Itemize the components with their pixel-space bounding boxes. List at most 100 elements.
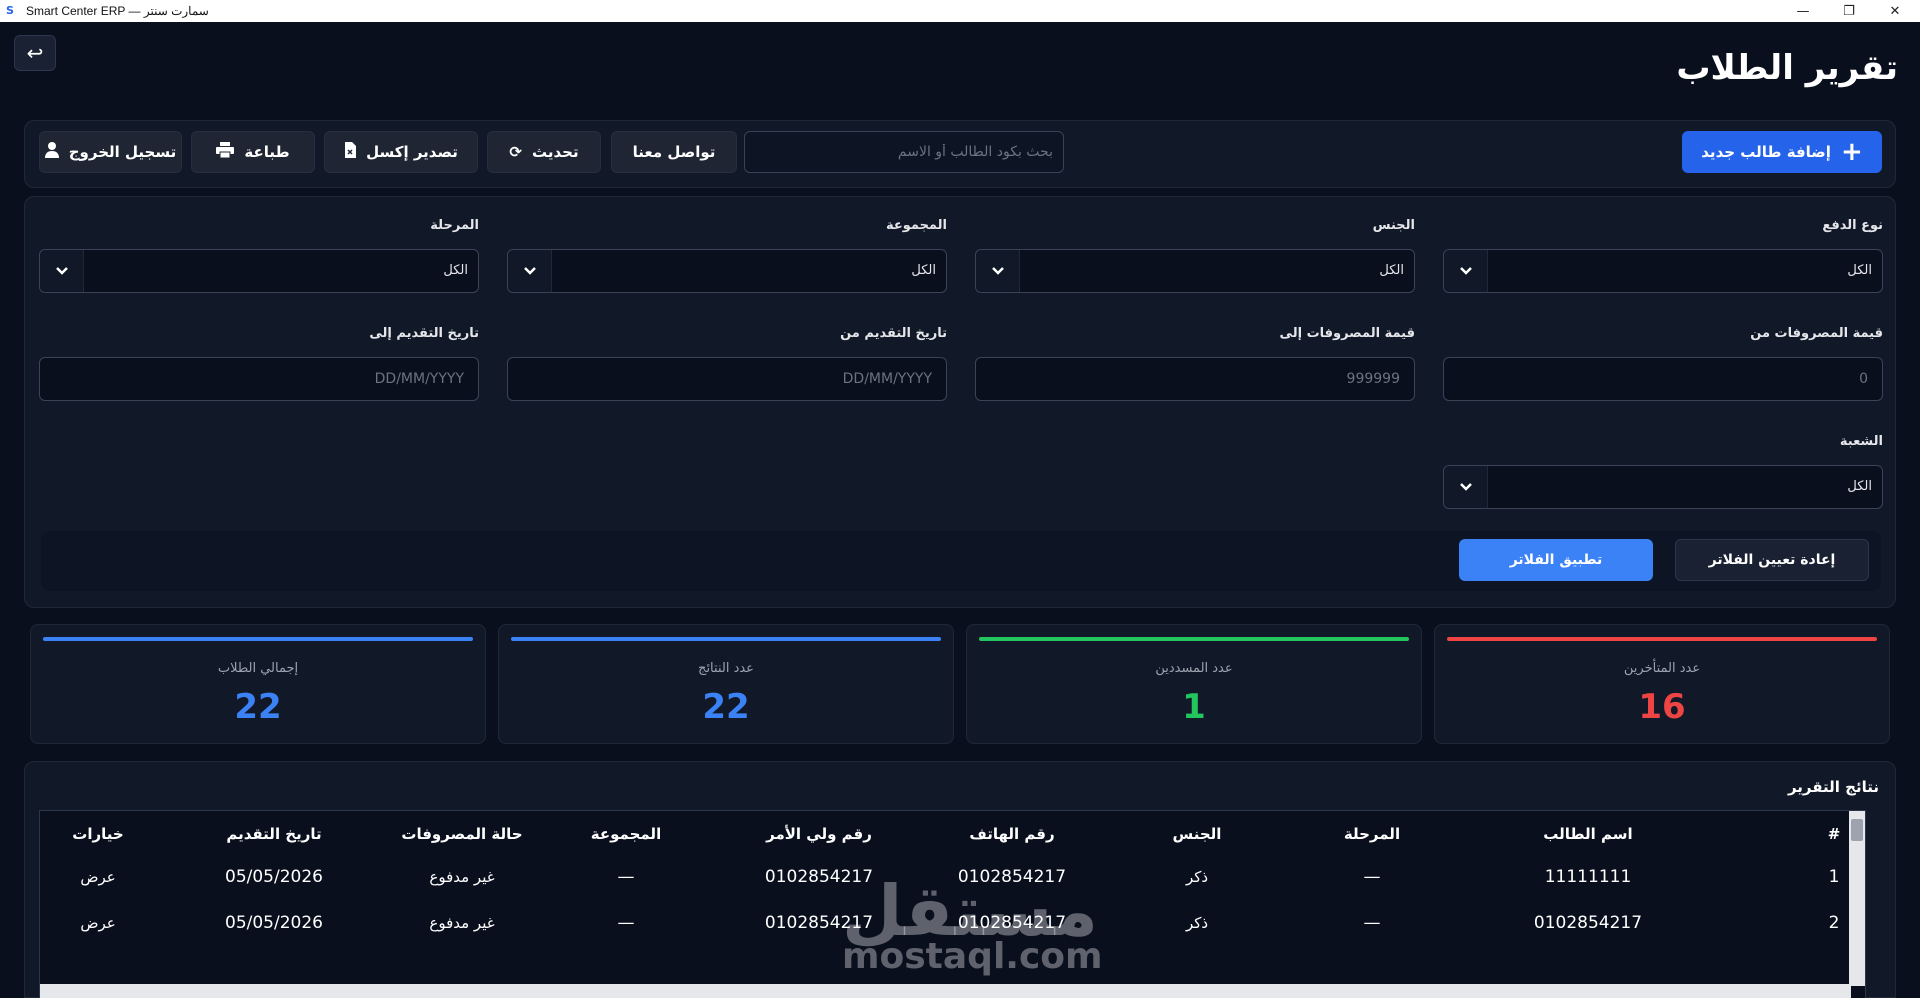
reset-filters-label: إعادة تعيين الفلاتر [1708, 552, 1836, 568]
expenses-from-input[interactable] [1443, 357, 1883, 401]
reset-filters-button[interactable]: إعادة تعيين الفلاتر [1675, 539, 1869, 581]
vertical-scrollbar[interactable] [1849, 811, 1865, 986]
payment-type-value: الكل [1847, 263, 1872, 278]
export-excel-label: تصدير إكسل [366, 143, 458, 161]
table-cell: غير مدفوع [429, 914, 495, 932]
table-cell: غير مدفوع [429, 868, 495, 886]
chevron-down-icon [1444, 466, 1488, 508]
table-cell: 05/05/2026 [225, 867, 323, 887]
table-cell: — [1363, 913, 1381, 933]
stage-select[interactable]: الكل [39, 249, 479, 293]
date-from-input[interactable] [507, 357, 947, 401]
file-icon [344, 142, 357, 162]
back-button[interactable]: ↩ [14, 35, 56, 71]
chevron-down-icon [976, 250, 1020, 292]
table-cell: — [617, 867, 635, 887]
stat-label: عدد المتأخرين [1623, 661, 1701, 676]
column-header[interactable]: اسم الطالب [1528, 825, 1648, 843]
stat-label: عدد المسددين [1155, 661, 1233, 676]
toolbar: + إضافة طالب جديد تواصل معنا تحديث ⟳ تصد… [24, 120, 1896, 188]
column-header[interactable]: حالة المصروفات [392, 825, 532, 843]
table-cell: 11111111 [1544, 867, 1632, 887]
gender-select[interactable]: الكل [975, 249, 1415, 293]
refresh-label: تحديث [531, 143, 579, 161]
apply-filters-button[interactable]: تطبيق الفلاتر [1459, 539, 1653, 581]
column-header[interactable]: تاريخ التقديم [214, 825, 334, 843]
expenses-to-label: قيمة المصروفات إلى [1279, 326, 1415, 341]
stat-card-paid: عدد المسددين 1 [966, 624, 1422, 744]
date-to-label: تاريخ التقديم إلى [369, 326, 479, 341]
return-arrow-icon: ↩ [26, 41, 44, 65]
page-title: تقرير الطلاب [1676, 48, 1898, 88]
column-header[interactable]: # [1819, 825, 1849, 843]
stat-accent-bar [43, 637, 473, 641]
contact-button[interactable]: تواصل معنا [611, 131, 737, 173]
group-value: الكل [911, 263, 936, 278]
division-value: الكل [1847, 479, 1872, 494]
table-cell: — [1363, 867, 1381, 887]
chevron-down-icon [1444, 250, 1488, 292]
print-button[interactable]: طباعة [191, 131, 315, 173]
group-select[interactable]: الكل [507, 249, 947, 293]
app-logo-icon: S [6, 4, 14, 17]
add-student-label: إضافة طالب جديد [1701, 143, 1831, 161]
filter-actions: إعادة تعيين الفلاتر تطبيق الفلاتر [41, 531, 1881, 591]
table-cell: 2 [1828, 913, 1840, 933]
column-header[interactable]: المجموعة [566, 825, 686, 843]
column-header[interactable]: خيارات [68, 825, 128, 843]
chevron-down-icon [508, 250, 552, 292]
column-header[interactable]: المرحلة [1312, 825, 1432, 843]
group-label: المجموعة [885, 218, 947, 233]
payment-type-select[interactable]: الكل [1443, 249, 1883, 293]
printer-icon [216, 142, 235, 162]
date-from-label: تاريخ التقديم من [840, 326, 947, 341]
table-cell: ذكر [1185, 914, 1209, 932]
stat-card-results: عدد النتائج 22 [498, 624, 954, 744]
export-excel-button[interactable]: تصدير إكسل [324, 131, 478, 173]
minimize-icon[interactable]: — [1780, 0, 1826, 22]
stat-card-late: عدد المتأخرين 16 [1434, 624, 1890, 744]
stat-accent-bar [511, 637, 941, 641]
table-cell: — [617, 913, 635, 933]
view-link[interactable]: عرض [68, 868, 128, 886]
window-titlebar: S Smart Center ERP — سمارت سنتر — ❐ ✕ [0, 0, 1920, 22]
table-cell: 0102854217 [1533, 913, 1643, 933]
expenses-from-label: قيمة المصروفات من [1750, 326, 1883, 341]
close-icon[interactable]: ✕ [1872, 0, 1918, 22]
stat-value: 16 [1638, 687, 1686, 727]
restore-icon[interactable]: ❐ [1826, 0, 1872, 22]
filters-panel: نوع الدفع الجنس المجموعة المرحلة الكل ال… [24, 196, 1896, 608]
search-input[interactable] [744, 131, 1064, 173]
contact-label: تواصل معنا [632, 143, 716, 161]
stat-value: 1 [1182, 687, 1206, 727]
stat-value: 22 [702, 687, 750, 727]
stage-label: المرحلة [430, 218, 479, 233]
expenses-to-input[interactable] [975, 357, 1415, 401]
column-header[interactable]: الجنس [1137, 825, 1257, 843]
payment-type-label: نوع الدفع [1822, 218, 1883, 233]
add-student-button[interactable]: + إضافة طالب جديد [1682, 131, 1882, 173]
column-header[interactable]: رقم الهاتف [952, 825, 1072, 843]
stat-accent-bar [1447, 637, 1877, 641]
refresh-button[interactable]: تحديث ⟳ [487, 131, 601, 173]
scrollbar-thumb[interactable] [1851, 819, 1863, 841]
view-link[interactable]: عرض [68, 914, 128, 932]
apply-filters-label: تطبيق الفلاتر [1509, 552, 1603, 568]
watermark-url: mostaql.com [842, 936, 1103, 977]
chevron-down-icon [40, 250, 84, 292]
division-select[interactable]: الكل [1443, 465, 1883, 509]
table-cell: 05/05/2026 [225, 913, 323, 933]
refresh-icon: ⟳ [509, 143, 522, 161]
column-header[interactable]: رقم ولي الأمر [749, 825, 889, 843]
horizontal-scrollbar[interactable] [40, 984, 1851, 998]
table-cell: ذكر [1185, 868, 1209, 886]
date-to-input[interactable] [39, 357, 479, 401]
results-title: نتائج التقرير [1787, 778, 1879, 796]
gender-label: الجنس [1372, 218, 1415, 233]
stat-value: 22 [234, 687, 282, 727]
logout-button[interactable]: تسجيل الخروج [39, 131, 182, 173]
window-title: Smart Center ERP — سمارت سنتر [26, 4, 209, 18]
plus-icon: + [1840, 137, 1863, 167]
stat-accent-bar [979, 637, 1409, 641]
user-icon [44, 142, 59, 162]
